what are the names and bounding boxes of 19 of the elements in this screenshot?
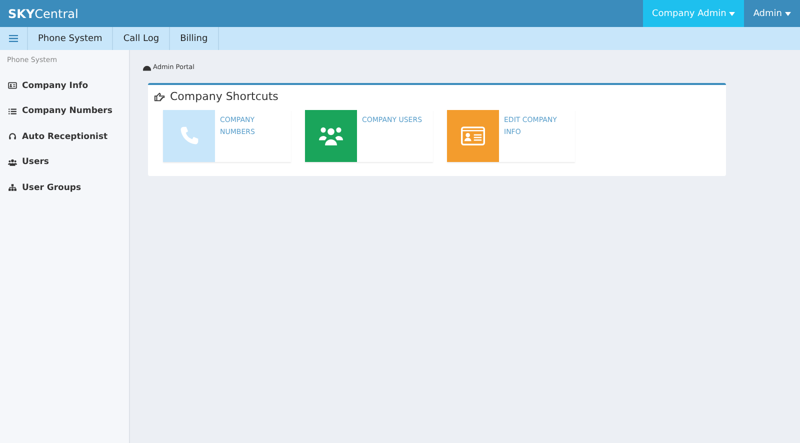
sidebar-item[interactable]: Company Info: [0, 73, 129, 98]
list-icon: [8, 106, 17, 116]
sidebar-item[interactable]: Users: [0, 150, 129, 175]
caret-icon: [785, 12, 791, 16]
sitemap-icon: [8, 183, 17, 192]
user-menu[interactable]: Admin: [744, 0, 800, 27]
id-card-icon: [8, 81, 17, 90]
sidebar-item[interactable]: Company Numbers: [0, 98, 129, 124]
sidebar-item[interactable]: Auto Receptionist: [0, 124, 129, 150]
users-icon: [319, 125, 343, 147]
users-icon: [8, 158, 17, 167]
sidebar-item[interactable]: User Groups: [0, 175, 129, 200]
menu-icon[interactable]: [9, 35, 18, 42]
hand-pointing-icon: [154, 92, 165, 102]
headset-icon: [8, 132, 17, 142]
id-card-icon: [461, 125, 485, 147]
caret-icon: [729, 12, 736, 16]
brand-logo[interactable]: SKYCentral: [0, 0, 86, 27]
panel-title: Company Shortcuts: [170, 90, 278, 103]
